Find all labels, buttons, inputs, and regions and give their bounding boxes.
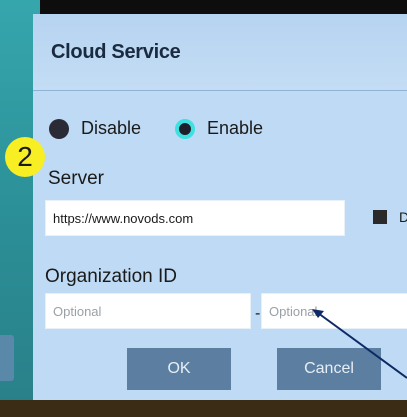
cloud-service-dialog: Cloud Service Disable Enable Server http…	[33, 14, 407, 400]
server-checkbox[interactable]	[373, 210, 387, 224]
top-frame-bar	[0, 0, 407, 14]
server-input[interactable]: https://www.novods.com	[45, 200, 345, 236]
cancel-button[interactable]: Cancel	[277, 348, 381, 390]
organization-id-input-1[interactable]: Optional	[45, 293, 251, 329]
dialog-title: Cloud Service	[51, 41, 181, 63]
server-checkbox-label: D	[399, 209, 407, 225]
radio-enable-label: Enable	[207, 118, 264, 138]
radio-enable[interactable]: Enable	[175, 118, 263, 139]
organization-id-input-2[interactable]: Optional	[261, 293, 407, 329]
dialog-header: Cloud Service	[33, 14, 407, 90]
bottom-frame-bar	[0, 400, 407, 417]
step-badge: 2	[5, 137, 45, 177]
radio-disable-indicator[interactable]	[49, 118, 69, 139]
ok-button[interactable]: OK	[127, 348, 231, 390]
server-label: Server	[48, 168, 104, 189]
radio-disable[interactable]: Disable	[49, 118, 141, 139]
organization-id-separator: -	[255, 305, 261, 322]
background-panel-tab	[0, 335, 14, 381]
organization-id-label: Organization ID	[45, 266, 178, 287]
radio-enable-indicator[interactable]	[175, 118, 195, 139]
header-divider	[33, 90, 407, 91]
radio-disable-label: Disable	[81, 118, 142, 138]
